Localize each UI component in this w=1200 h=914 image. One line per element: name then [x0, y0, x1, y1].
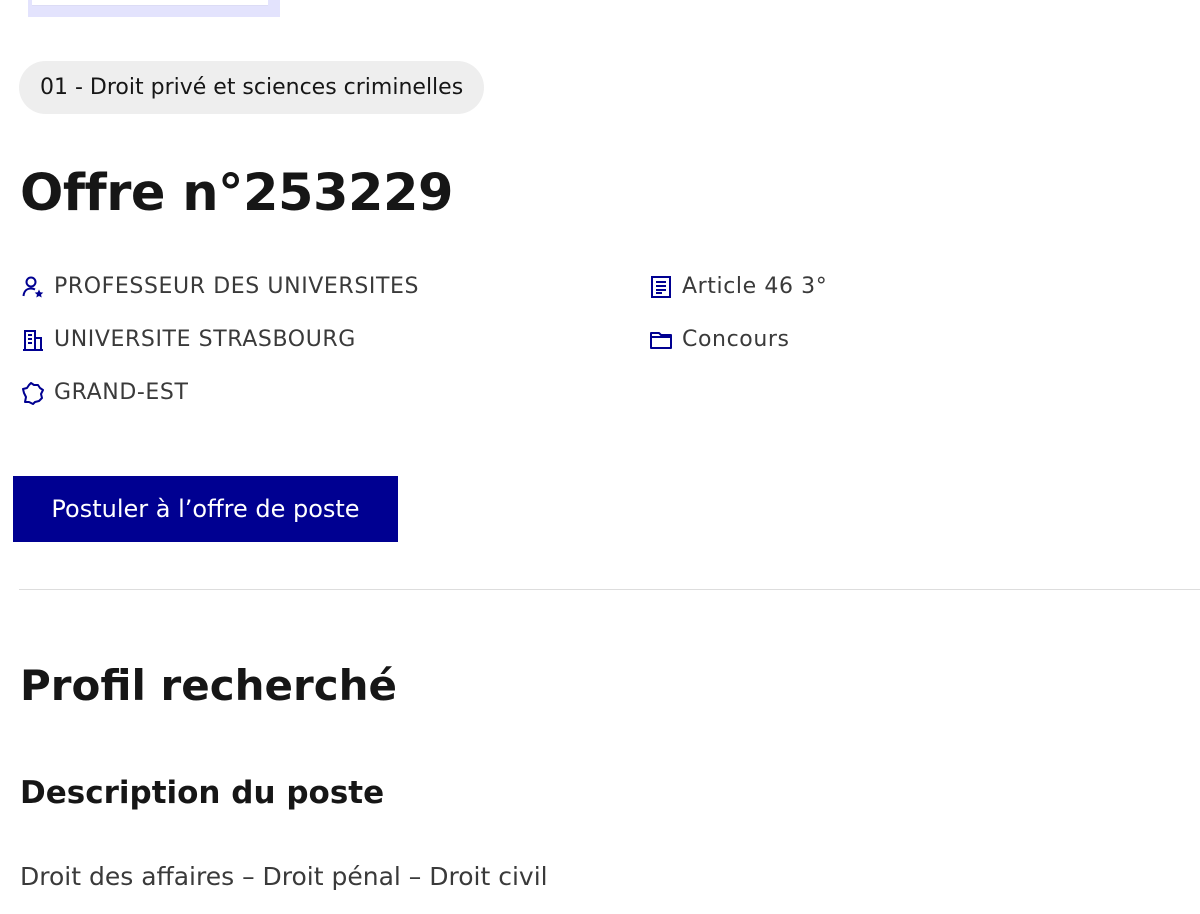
meta-recruitment: Concours [649, 327, 790, 352]
meta-region-label: GRAND-EST [54, 380, 189, 405]
apply-button[interactable]: Postuler à l’offre de poste [13, 476, 398, 542]
article-icon [649, 275, 673, 299]
meta-article-label: Article 46 3° [682, 274, 828, 299]
folder-icon [649, 328, 673, 352]
profile-section-title: Profil recherché [20, 661, 397, 710]
meta-institution: UNIVERSITE STRASBOURG [21, 327, 356, 352]
job-description-text: Droit des affaires – Droit pénal – Droit… [20, 862, 548, 891]
meta-article: Article 46 3° [649, 274, 827, 299]
meta-region: GRAND-EST [21, 380, 189, 405]
discipline-tag: 01 - Droit privé et sciences criminelles [19, 61, 485, 114]
user-star-icon [21, 275, 45, 299]
france-map-icon [21, 381, 45, 405]
meta-grade-label: PROFESSEUR DES UNIVERSITES [54, 274, 420, 299]
meta-institution-label: UNIVERSITE STRASBOURG [54, 327, 356, 352]
offer-title: Offre n°253229 [20, 164, 453, 223]
job-description-heading: Description du poste [20, 775, 385, 811]
section-divider [19, 589, 1200, 590]
building-icon [21, 328, 45, 352]
meta-grade: PROFESSEUR DES UNIVERSITES [21, 274, 419, 299]
previous-card-edge [28, 0, 280, 17]
meta-recruitment-label: Concours [682, 327, 790, 352]
previous-card-inner [32, 0, 268, 6]
